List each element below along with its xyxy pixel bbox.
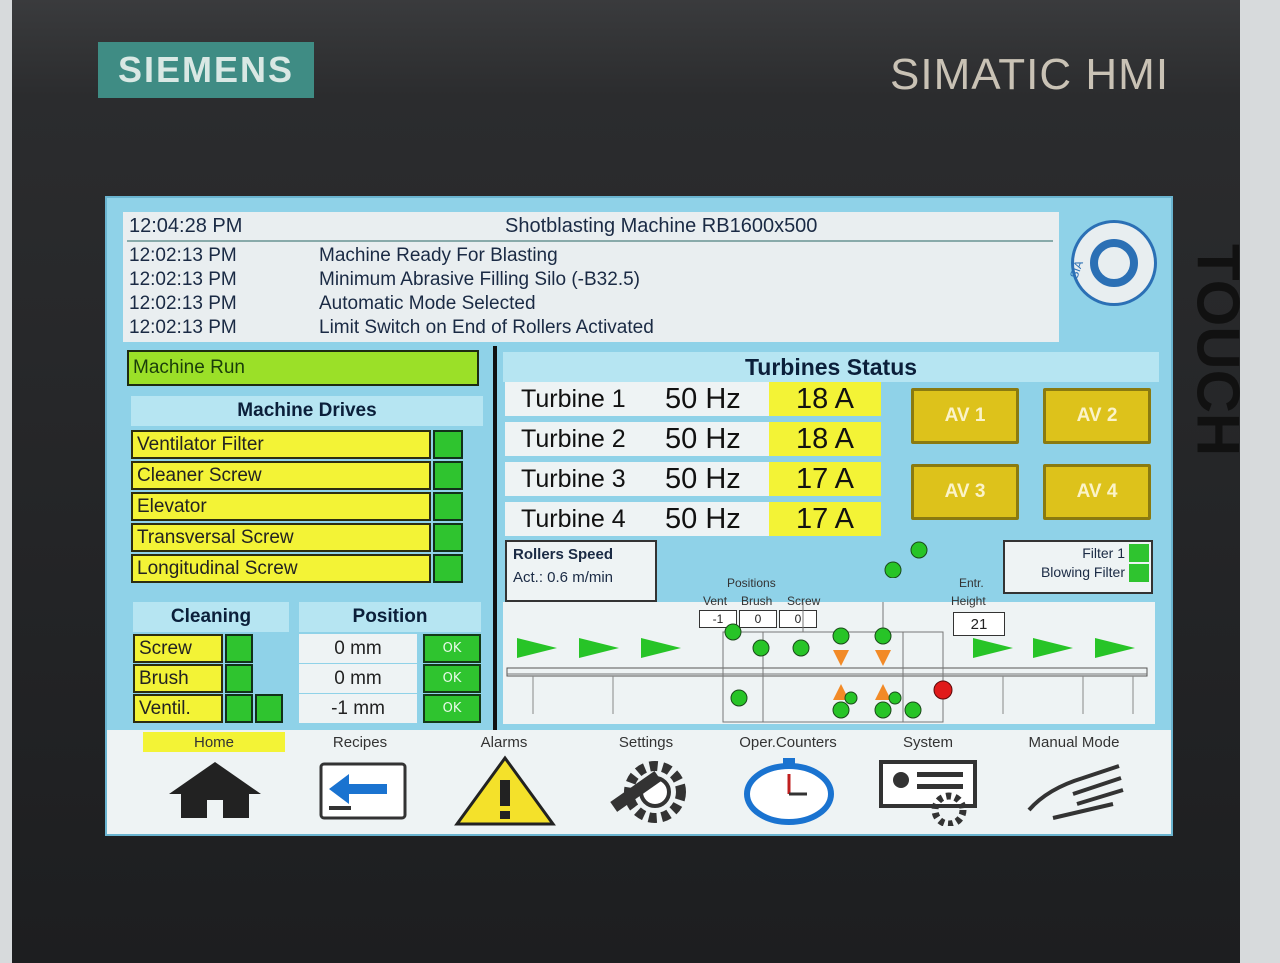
av2-button[interactable]: AV 2 [1043,388,1151,444]
positions-label: Positions [727,576,776,590]
cleaning-status-led [225,694,253,723]
filter-status-box: Filter 1 Blowing Filter [1003,540,1153,594]
cleaning-status-led [255,694,283,723]
machine-title: Shotblasting Machine RB1600x500 [505,215,818,237]
hand-icon [1027,764,1124,820]
nav-manual-mode[interactable]: Manual Mode [1003,730,1145,830]
drive-status-led [433,554,463,583]
turbine-row: Turbine 3 50 Hz 17 A [505,462,881,496]
touch-label: TOUCH [1184,243,1252,457]
machine-drawing [506,602,1148,723]
av1-button[interactable]: AV 1 [911,388,1019,444]
alarm-row[interactable]: 12:02:13 PM Limit Switch on End of Rolle… [129,316,654,340]
cleaning-title: Cleaning [133,602,289,632]
entr-label: Entr. [959,576,984,590]
av3-button[interactable]: AV 3 [911,464,1019,520]
nav-system[interactable]: System [857,730,999,830]
drive-status-led [433,492,463,521]
drive-ventilator-filter: Ventilator Filter [131,430,431,459]
machine-run-status: Machine Run [127,350,479,386]
drive-status-led [433,430,463,459]
blowing-filter-label: Blowing Filter [1040,564,1125,580]
position-ok-indicator: OK [423,664,481,693]
conveyor-direction-arrows [517,638,1135,658]
position-brush-value: 0 mm [299,664,417,693]
machine-schematic: Positions Vent Brush Screw -1 0 0 Entr. … [503,576,1155,724]
recipes-icon [319,762,407,820]
logo-ring-icon [1090,239,1138,287]
nav-oper-counters[interactable]: Oper.Counters [717,730,859,830]
clock: 12:04:28 PM [129,215,243,237]
drive-transversal-screw: Transversal Screw [131,523,431,552]
alarm-row[interactable]: 12:02:13 PM Minimum Abrasive Filling Sil… [129,268,640,292]
position-ok-indicator: OK [423,634,481,663]
alarm-led [933,680,953,700]
home-icon [169,762,261,818]
cleaning-status-led [225,634,253,663]
turbines-status-title: Turbines Status [503,352,1159,382]
filter-status-led [1129,544,1149,562]
cleaning-screw: Screw [133,634,223,663]
nav-alarms[interactable]: Alarms [433,730,575,830]
position-ventil-value: -1 mm [299,694,417,723]
rollers-speed-box: Rollers Speed Act.: 0.6 m/min [505,540,657,602]
filter-1-label: Filter 1 [1082,545,1125,561]
settings-gear-icon [610,761,686,823]
alarm-panel[interactable]: 12:04:28 PM Shotblasting Machine RB1600x… [123,212,1059,342]
turbine-row: Turbine 1 50 Hz 18 A [505,382,881,416]
nav-settings[interactable]: Settings [575,730,717,830]
turbine-row: Turbine 2 50 Hz 18 A [505,422,881,456]
rollers-speed-actual: Act.: 0.6 m/min [513,569,614,586]
rollers-speed-title: Rollers Speed [513,546,614,563]
alarm-row[interactable]: 12:02:13 PM Automatic Mode Selected [129,292,536,316]
drive-cleaner-screw: Cleaner Screw [131,461,431,490]
drive-longitudinal-screw: Longitudinal Screw [131,554,431,583]
cleaning-ventil: Ventil. [133,694,223,723]
navigation-bar: Home Recipes Alarms Settings Oper.Counte… [107,730,1171,834]
system-icon [879,760,977,826]
position-ok-indicator: OK [423,694,481,723]
alarm-warning-icon [454,755,556,826]
cleaning-status-led [225,664,253,693]
column-divider [493,346,497,730]
turbine-row: Turbine 4 50 Hz 17 A [505,502,881,536]
bezel-edge-left [0,0,12,963]
bezel-edge-right [1240,0,1280,963]
sensor-leds [724,623,922,719]
filter-status-led [1129,564,1149,582]
top-sensor-leds [884,541,928,578]
cleaning-brush: Brush [133,664,223,693]
stopwatch-icon [744,758,834,825]
nav-recipes[interactable]: Recipes [289,730,431,830]
machine-drives-title: Machine Drives [131,396,483,426]
drive-status-led [433,523,463,552]
drive-elevator: Elevator [131,492,431,521]
product-name: SIMATIC HMI [890,50,1170,99]
position-title: Position [299,602,481,632]
alarm-row[interactable]: 12:02:13 PM Machine Ready For Blasting [129,244,558,268]
company-logo: SIA [1068,220,1157,306]
nav-home[interactable]: Home [143,730,285,830]
turbine-markers [833,650,891,700]
av4-button[interactable]: AV 4 [1043,464,1151,520]
siemens-logo: SIEMENS [98,42,314,98]
position-screw-value: 0 mm [299,634,417,663]
hmi-screen: 12:04:28 PM Shotblasting Machine RB1600x… [105,196,1173,836]
drive-status-led [433,461,463,490]
roller-conveyor [506,667,1148,677]
